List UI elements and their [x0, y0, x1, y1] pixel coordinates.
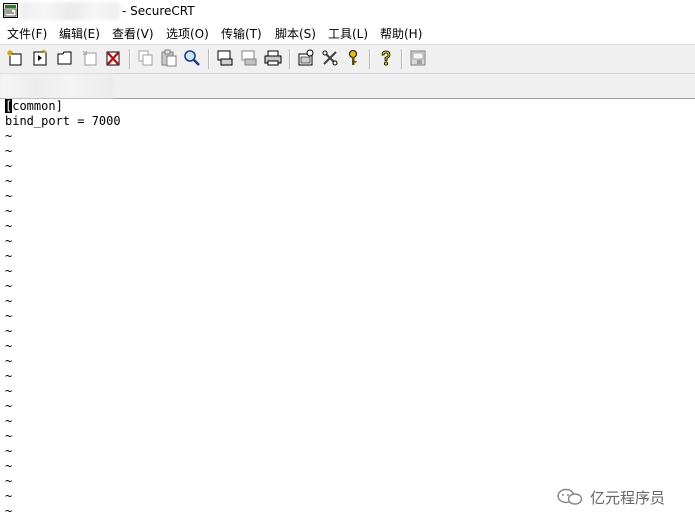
toolbar-separator [129, 49, 131, 69]
print-icon[interactable] [264, 49, 282, 67]
disconnect-icon[interactable] [104, 49, 122, 67]
tilde-line: ~ [5, 264, 13, 278]
toolbar [0, 44, 695, 74]
wechat-icon [557, 488, 583, 505]
toolbar-separator [401, 49, 403, 69]
tilde-line: ~ [5, 144, 13, 158]
tilde-line: ~ [5, 354, 13, 368]
tilde-line: ~ [5, 294, 13, 308]
menu-help[interactable]: 帮助(H) [380, 25, 422, 42]
tilde-line: ~ [5, 324, 13, 338]
session-tab[interactable] [2, 74, 114, 98]
tilde-line: ~ [5, 429, 13, 443]
menu-tools[interactable]: 工具(L) [328, 25, 368, 42]
window-title: - SecureCRT [122, 4, 195, 18]
sftp-icon[interactable] [409, 49, 427, 67]
menu-view[interactable]: 查看(V) [112, 25, 154, 42]
tilde-line: ~ [5, 234, 13, 248]
tilde-line: ~ [5, 444, 13, 458]
toolbar-separator [208, 49, 210, 69]
paste-icon[interactable] [160, 49, 178, 67]
tilde-line: ~ [5, 309, 13, 323]
watermark-text: 亿元程序员 [590, 489, 666, 507]
keymap-icon[interactable] [344, 49, 362, 67]
print-selection-icon[interactable] [240, 49, 258, 67]
quick-connect-icon[interactable] [31, 49, 49, 67]
tilde-line: ~ [5, 459, 13, 473]
tilde-line: ~ [5, 129, 13, 143]
tilde-line: ~ [5, 249, 13, 263]
tilde-line: ~ [5, 174, 13, 188]
tilde-line: ~ [5, 504, 13, 518]
help-icon[interactable] [377, 49, 395, 67]
menu-edit[interactable]: 编辑(E) [59, 25, 100, 42]
copy-icon[interactable] [137, 49, 155, 67]
toolbar-separator [369, 49, 371, 69]
menu-options[interactable]: 选项(O) [166, 25, 209, 42]
redacted-session-name [20, 2, 120, 20]
global-options-icon[interactable] [321, 49, 339, 67]
connect-tab-icon[interactable] [56, 49, 74, 67]
find-icon[interactable] [183, 49, 201, 67]
menu-bar: 文件(F) 编辑(E) 查看(V) 选项(O) 传输(T) 脚本(S) 工具(L… [0, 23, 695, 43]
connect-icon[interactable] [6, 49, 24, 67]
tilde-line: ~ [5, 369, 13, 383]
securecrt-app-icon[interactable] [3, 3, 18, 18]
tilde-line: ~ [5, 399, 13, 413]
terminal-line-1: [common] [5, 99, 63, 114]
menu-transfer[interactable]: 传输(T) [221, 25, 262, 42]
title-bar: - SecureCRT [0, 0, 695, 22]
toolbar-separator [289, 49, 291, 69]
tilde-line: ~ [5, 414, 13, 428]
print-screen-icon[interactable] [216, 49, 234, 67]
reconnect-icon[interactable] [81, 49, 99, 67]
tilde-line: ~ [5, 219, 13, 233]
tilde-line: ~ [5, 279, 13, 293]
tilde-line: ~ [5, 204, 13, 218]
tilde-line: ~ [5, 339, 13, 353]
tilde-line: ~ [5, 474, 13, 488]
terminal-line-2: bind_port = 7000 [5, 114, 121, 128]
menu-file[interactable]: 文件(F) [7, 25, 47, 42]
config-section: common] [12, 99, 63, 113]
terminal-view[interactable]: [common] bind_port = 7000 ~ ~ ~ ~ ~ ~ ~ ~ ~ ~ ~ ~ ~ ~… [0, 99, 695, 528]
session-options-icon[interactable] [297, 49, 315, 67]
menu-script[interactable]: 脚本(S) [275, 25, 316, 42]
tilde-line: ~ [5, 489, 13, 503]
session-tab-bar [0, 74, 695, 100]
tilde-line: ~ [5, 384, 13, 398]
tilde-line: ~ [5, 159, 13, 173]
tilde-line: ~ [5, 189, 13, 203]
